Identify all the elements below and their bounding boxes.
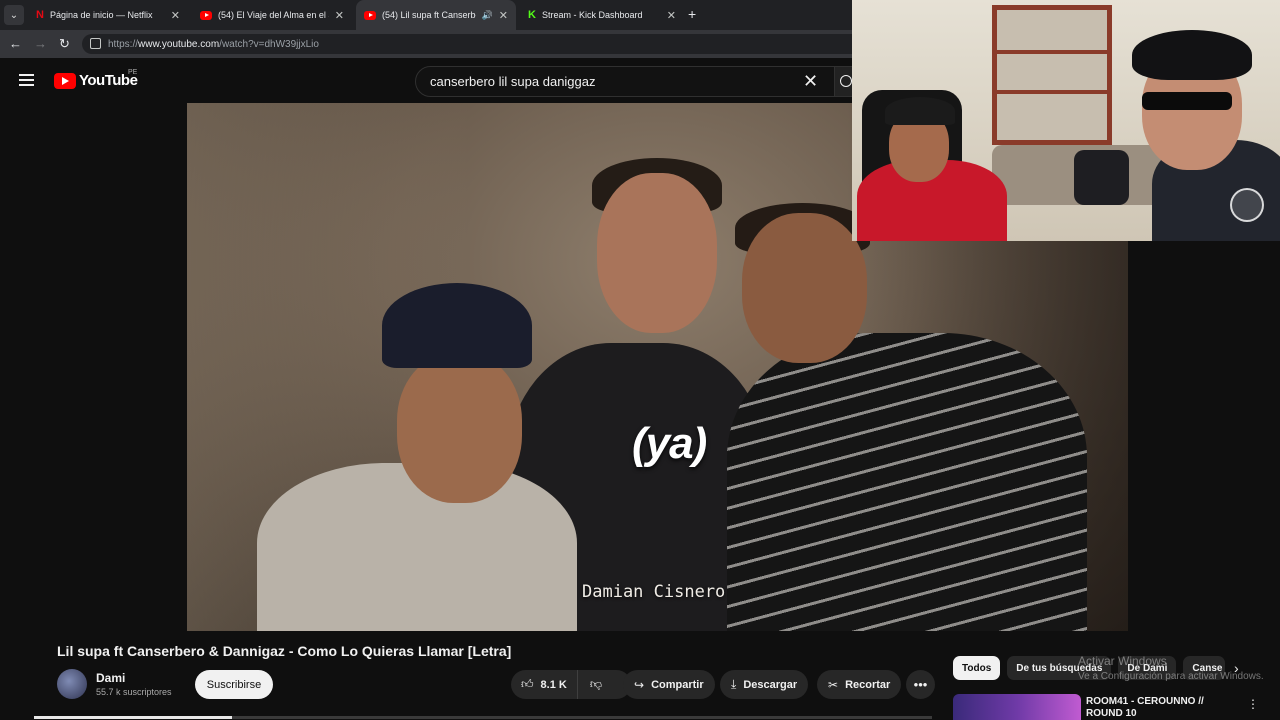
- chip-todos[interactable]: Todos: [953, 656, 1001, 680]
- like-dislike-group: 👍︎ 8.1 K 👎︎: [511, 670, 631, 699]
- webcam-bag: [1074, 150, 1129, 205]
- close-tab-icon[interactable]: ✕: [667, 9, 676, 22]
- tab-search-dropdown-icon[interactable]: ⌄: [4, 5, 24, 25]
- like-button[interactable]: 👍︎ 8.1 K: [511, 670, 578, 699]
- url-path: /watch?v=dhW39jjxLio: [219, 38, 319, 50]
- youtube-icon: [364, 10, 376, 20]
- close-tab-icon[interactable]: ✕: [335, 9, 344, 22]
- browser-tab-kick[interactable]: K Stream - Kick Dashboard ✕: [520, 0, 684, 30]
- download-button[interactable]: ⤓ Descargar: [720, 670, 809, 699]
- progress-bar[interactable]: [34, 716, 232, 719]
- url-field[interactable]: https://www.youtube.com/watch?v=dhW39jjx…: [82, 34, 862, 54]
- channel-name[interactable]: Dami: [96, 671, 125, 685]
- recommended-thumbnail[interactable]: [953, 694, 1081, 720]
- share-button[interactable]: ↪ Compartir: [623, 670, 715, 699]
- video-title: Lil supa ft Canserbero & Dannigaz - Como…: [57, 643, 512, 659]
- browser-tab-netflix[interactable]: N Página de inicio — Netflix ✕: [28, 0, 188, 30]
- channel-avatar[interactable]: [57, 669, 87, 699]
- clear-search-icon[interactable]: ✕: [803, 72, 818, 90]
- youtube-logo[interactable]: YouTube: [54, 72, 138, 89]
- webcam-person: [885, 97, 955, 125]
- country-code: PE: [128, 69, 138, 76]
- sunglasses: [1142, 92, 1232, 110]
- tab-title: (54) Lil supa ft Canserbero: [382, 10, 476, 20]
- audio-playing-icon[interactable]: 🔊: [482, 10, 493, 21]
- netflix-icon: N: [36, 9, 44, 21]
- thumbs-up-icon: 👍︎: [521, 677, 534, 691]
- lyric-caption: (ya): [632, 419, 707, 468]
- dislike-button[interactable]: 👎︎: [578, 670, 614, 699]
- thumbs-down-icon: 👎︎: [589, 677, 603, 691]
- windows-activation-watermark: Activar Windows: [1078, 654, 1167, 668]
- webcam-bookshelf: [992, 5, 1112, 145]
- video-person: [257, 463, 577, 631]
- youtube-play-icon: [54, 72, 76, 89]
- kick-icon: K: [528, 9, 536, 21]
- tab-title: (54) El Viaje del Alma en el Sam: [218, 10, 329, 20]
- like-count: 8.1 K: [540, 678, 567, 691]
- url-prefix: https://: [108, 38, 139, 50]
- tab-title: Página de inicio — Netflix: [49, 10, 153, 20]
- search-input[interactable]: canserbero lil supa daniggaz: [415, 66, 835, 97]
- browser-tab-lil-supa[interactable]: (54) Lil supa ft Canserbero 🔊 ✕: [356, 0, 516, 30]
- webcam-overlay: [852, 0, 1280, 241]
- download-label: Descargar: [743, 678, 798, 691]
- clip-button[interactable]: ✂ Recortar: [817, 670, 902, 699]
- back-arrow-icon[interactable]: ←: [9, 36, 22, 51]
- windows-activation-watermark-sub: Ve a Configuración para activar Windows.: [1078, 671, 1264, 682]
- subscriber-count: 55.7 k suscriptores: [96, 687, 172, 697]
- progress-track[interactable]: [232, 716, 932, 719]
- url-host: www.youtube.com: [138, 38, 220, 50]
- search-query: canserbero lil supa daniggaz: [430, 74, 596, 89]
- video-person: [727, 333, 1087, 631]
- video-person: [742, 213, 867, 363]
- name-caption: Damian Cisnero: [582, 582, 726, 602]
- tab-title: Stream - Kick Dashboard: [541, 10, 643, 20]
- subscribe-button[interactable]: Suscribirse: [195, 670, 273, 699]
- recommended-title[interactable]: ROOM41 - CEROUNNO // ROUND 10: [1086, 696, 1216, 720]
- clip-label: Recortar: [845, 678, 891, 691]
- close-tab-icon[interactable]: ✕: [171, 9, 180, 22]
- share-icon: ↪: [634, 677, 645, 692]
- video-person: [382, 283, 532, 368]
- close-tab-icon[interactable]: ✕: [499, 9, 508, 22]
- download-icon: ⤓: [731, 677, 737, 691]
- more-options-icon[interactable]: ⋮: [1247, 697, 1259, 711]
- search-icon: [840, 75, 852, 87]
- menu-icon[interactable]: [19, 74, 34, 86]
- browser-tab-el-viaje[interactable]: (54) El Viaje del Alma en el Sam ✕: [192, 0, 352, 30]
- stream-logo-icon: [1230, 188, 1264, 222]
- video-person: [597, 173, 717, 333]
- reload-icon[interactable]: ↻: [59, 36, 70, 52]
- new-tab-icon[interactable]: +: [688, 6, 696, 22]
- more-actions-icon[interactable]: •••: [906, 670, 935, 699]
- forward-arrow-icon[interactable]: →: [34, 36, 47, 51]
- site-info-icon[interactable]: [90, 38, 101, 49]
- youtube-icon: [200, 10, 212, 20]
- video-person: [397, 353, 522, 503]
- webcam-person: [1132, 30, 1252, 80]
- share-label: Compartir: [651, 678, 704, 691]
- scissors-icon: ✂: [828, 677, 839, 692]
